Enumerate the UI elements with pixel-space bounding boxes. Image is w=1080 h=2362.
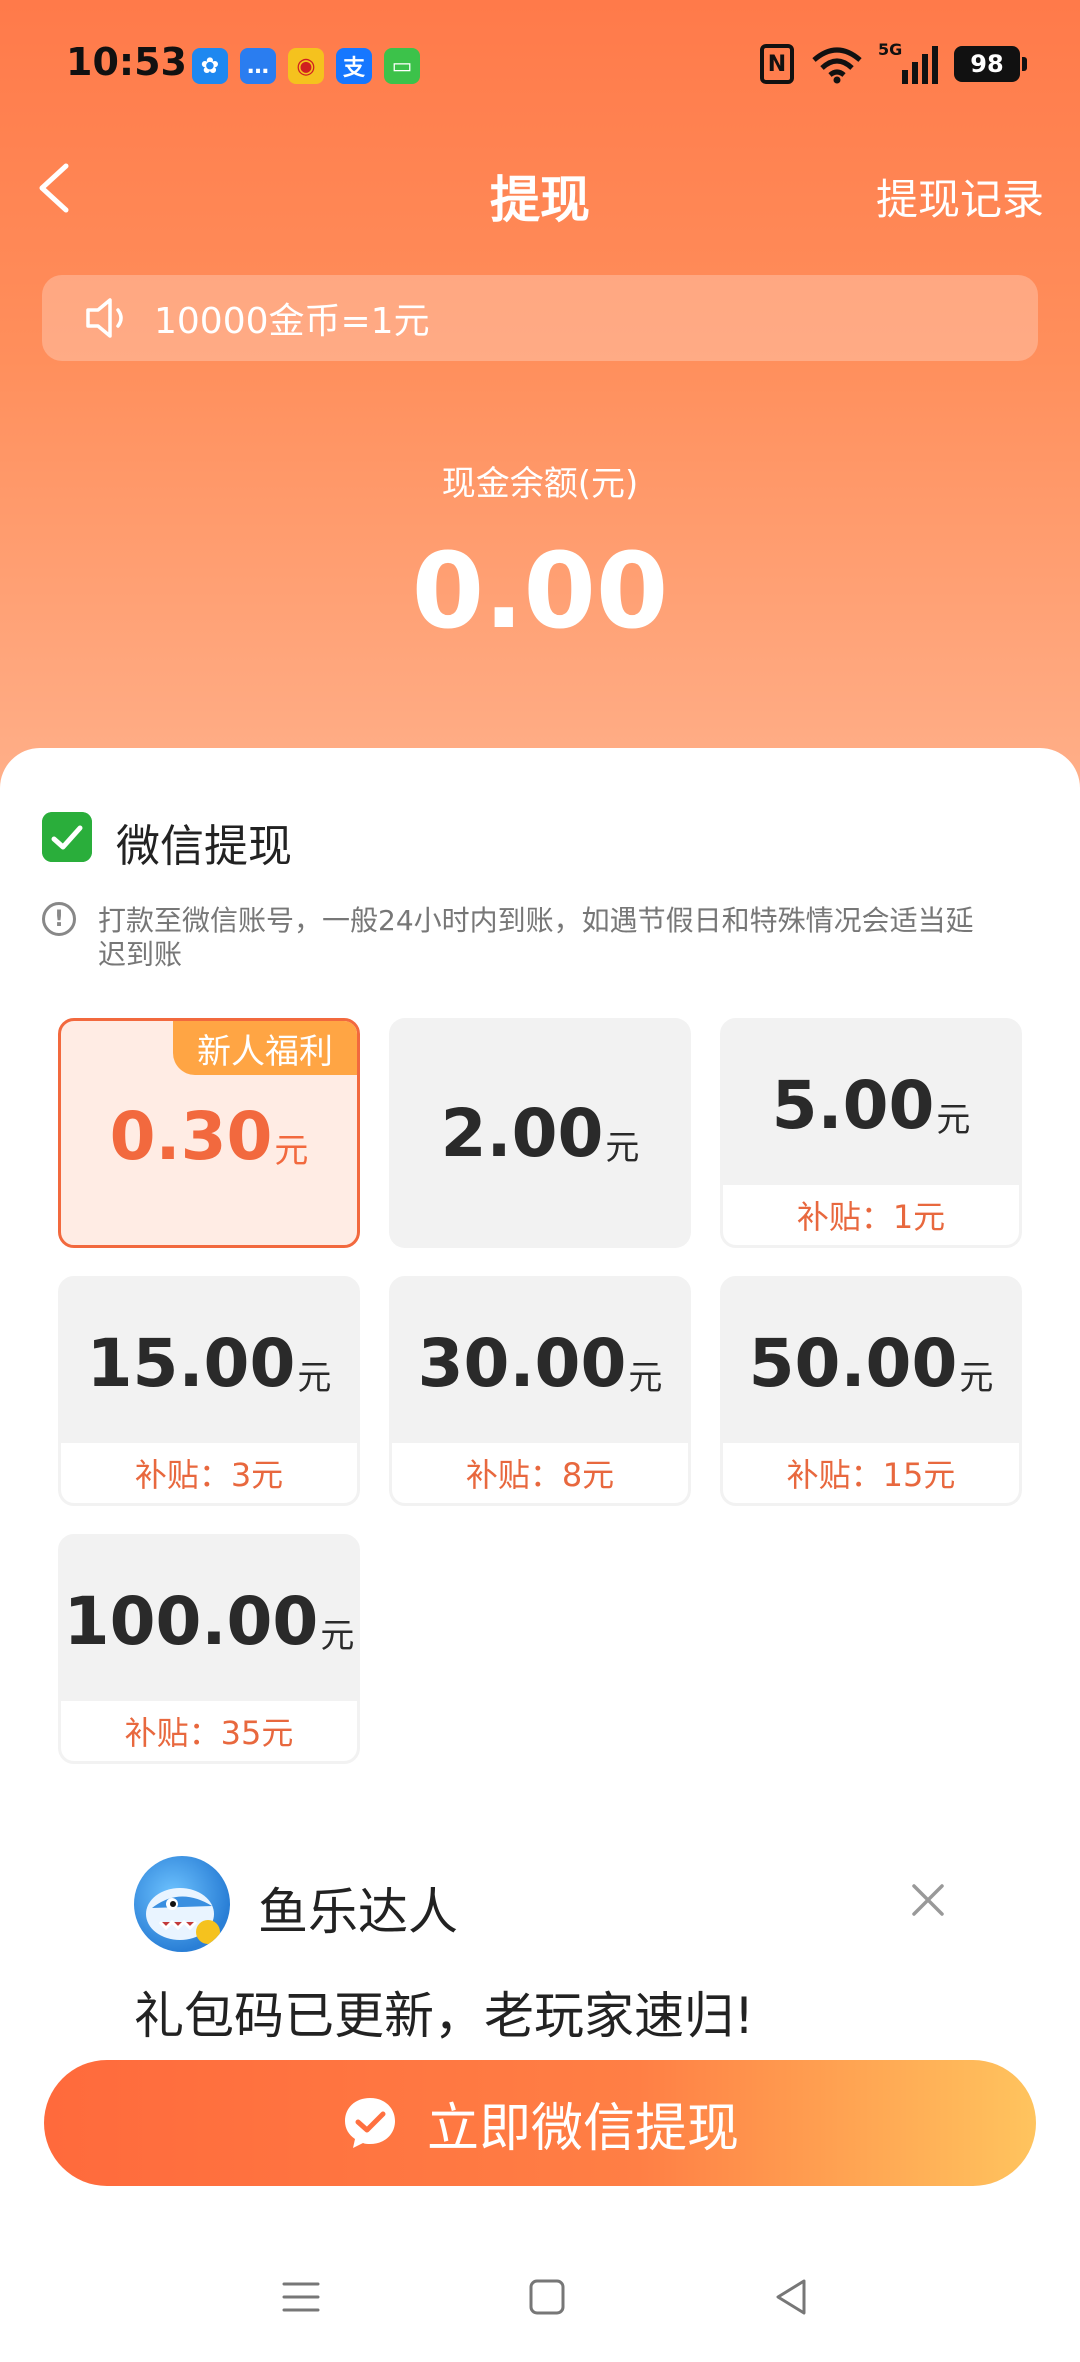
amount-unit: 元 <box>959 1357 994 1398</box>
amount-unit: 元 <box>320 1615 355 1656</box>
system-nav-bar <box>0 2260 1080 2340</box>
amount-option-0-30[interactable]: 新人福利 0.30 元 <box>58 1018 360 1248</box>
alipay-app-icon: 支 <box>336 48 372 84</box>
chat-app-icon: ▭ <box>384 48 420 84</box>
menu-icon[interactable] <box>276 2272 326 2322</box>
payout-info-text: 打款至微信账号，一般24小时内到账，如遇节假日和特殊情况会适当延迟到账 <box>98 904 974 971</box>
balance-value: 0.00 <box>411 530 669 652</box>
subsidy-label: 补贴：1元 <box>723 1185 1019 1245</box>
balance-label: 现金余额(元) <box>441 464 639 504</box>
amount-unit: 元 <box>628 1357 663 1398</box>
amount-value: 30.00 <box>417 1324 627 1402</box>
amount-value: 50.00 <box>748 1324 958 1402</box>
shark-mascot-icon <box>146 1888 220 1944</box>
info-icon: ! <box>42 902 76 936</box>
subsidy-label: 补贴：35元 <box>61 1701 357 1761</box>
amount-value: 15.00 <box>86 1324 296 1402</box>
amount-value: 2.00 <box>440 1094 604 1172</box>
amount-option-100-00[interactable]: 100.00 元 补贴：35元 <box>58 1534 360 1764</box>
back-triangle-icon[interactable] <box>766 2272 816 2322</box>
status-indicators: N 5G 98 <box>760 40 1027 84</box>
amount-value: 100.00 <box>63 1582 319 1660</box>
amount-unit: 元 <box>297 1357 332 1398</box>
promo-game-name: 鱼乐达人 <box>258 1883 458 1941</box>
amount-option-50-00[interactable]: 50.00 元 补贴：15元 <box>720 1276 1022 1506</box>
message-app-icon: … <box>240 48 276 84</box>
game-avatar[interactable] <box>134 1856 230 1952</box>
amount-unit: 元 <box>274 1130 309 1171</box>
wechat-pay-icon <box>42 812 92 862</box>
exchange-rate-notice: 10000金币=1元 <box>42 275 1038 361</box>
amount-option-5-00[interactable]: 5.00 元 补贴：1元 <box>720 1018 1022 1248</box>
amount-value: 0.30 <box>109 1097 273 1175</box>
amount-unit: 元 <box>605 1127 640 1168</box>
promo-message: 礼包码已更新，老玩家速归! <box>134 1987 755 2045</box>
withdraw-wechat-button[interactable]: 立即微信提现 <box>44 2060 1036 2186</box>
fan-app-icon: ✿ <box>192 48 228 84</box>
notice-text: 10000金币=1元 <box>154 301 430 342</box>
subsidy-label: 补贴：3元 <box>61 1443 357 1503</box>
amount-unit: 元 <box>936 1099 971 1140</box>
amount-option-30-00[interactable]: 30.00 元 补贴：8元 <box>389 1276 691 1506</box>
speaker-icon <box>86 298 123 338</box>
amount-value: 5.00 <box>771 1066 935 1144</box>
wechat-check-icon <box>344 2098 395 2148</box>
home-icon[interactable] <box>522 2272 572 2322</box>
status-time: 10:53 <box>66 40 187 84</box>
subsidy-label: 补贴：8元 <box>392 1443 688 1503</box>
network-type-label: 5G <box>878 40 903 59</box>
cell-signal-icon: 5G <box>878 40 938 84</box>
status-app-icons: ✿ … ◉ 支 ▭ <box>192 48 420 84</box>
amount-option-2-00[interactable]: 2.00 元 <box>389 1018 691 1248</box>
status-bar: 10:53 ✿ … ◉ 支 ▭ N 5G 98 <box>0 0 1080 130</box>
subsidy-label: 补贴：15元 <box>723 1443 1019 1503</box>
close-icon[interactable] <box>908 1880 948 1920</box>
nfc-icon: N <box>760 44 794 84</box>
weibo-app-icon: ◉ <box>288 48 324 84</box>
amount-option-15-00[interactable]: 15.00 元 补贴：3元 <box>58 1276 360 1506</box>
withdraw-button-label: 立即微信提现 <box>426 2098 739 2159</box>
withdraw-records-link[interactable]: 提现记录 <box>876 166 1044 227</box>
battery-icon: 98 <box>954 46 1027 82</box>
wechat-withdraw-title: 微信提现 <box>116 821 292 872</box>
wifi-icon <box>812 47 862 84</box>
